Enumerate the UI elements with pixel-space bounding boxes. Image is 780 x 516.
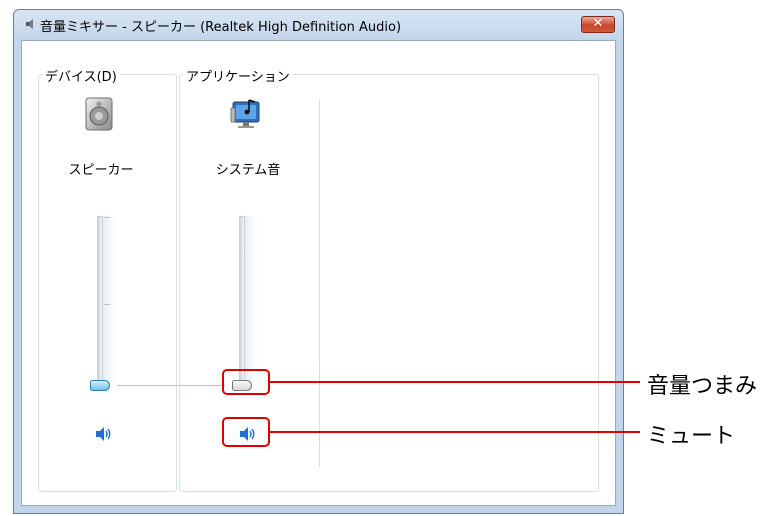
volume-knob-callout: 音量つまみ <box>647 374 758 399</box>
mute-leader <box>270 431 640 433</box>
app-channel-name: システム音 <box>215 163 281 178</box>
speaker-title-icon <box>26 19 33 29</box>
window-title: 音量ミキサー - スピーカー (Realtek High Definition … <box>40 20 402 35</box>
title-bar[interactable]: 音量ミキサー - スピーカー (Realtek High Definition … <box>14 10 623 38</box>
volume-knob-leader <box>270 381 640 383</box>
close-icon: ✕ <box>592 16 604 31</box>
device-volume-track[interactable] <box>97 216 103 391</box>
volume-mixer-window: 音量ミキサー - スピーカー (Realtek High Definition … <box>13 9 624 514</box>
device-tick <box>104 304 110 305</box>
application-group-label: アプリケーション <box>183 66 293 85</box>
speaker-mute-icon[interactable] <box>95 426 113 442</box>
mute-highlight <box>222 417 270 447</box>
device-group-label: デバイス(D) <box>42 66 120 85</box>
system-sounds-icon[interactable] <box>229 96 265 132</box>
channel-divider <box>319 99 320 467</box>
speaker-device-icon[interactable] <box>81 96 117 132</box>
mixer-client-area: デバイス(D) アプリケーション スピーカー システム音 <box>21 40 616 506</box>
device-volume-knob[interactable] <box>90 380 110 391</box>
mute-callout: ミュート <box>647 424 736 449</box>
volume-knob-highlight <box>222 369 270 395</box>
device-channel-name: スピーカー <box>68 163 134 178</box>
close-button[interactable]: ✕ <box>581 16 615 33</box>
peak-link-line <box>117 385 225 386</box>
app-volume-meter <box>245 216 257 391</box>
device-tick <box>104 217 110 218</box>
app-volume-track[interactable] <box>239 216 245 391</box>
